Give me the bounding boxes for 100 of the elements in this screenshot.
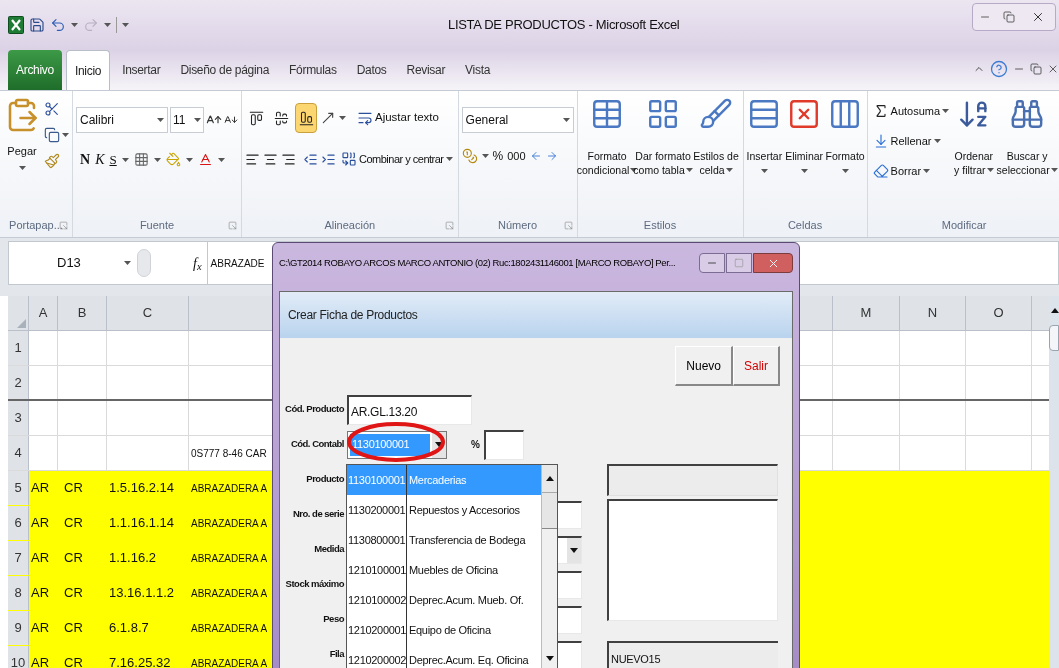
number-format-dropdown[interactable]: General xyxy=(461,107,574,133)
ribbon-tab[interactable]: Fórmulas xyxy=(281,50,345,90)
input-field[interactable] xyxy=(483,429,524,460)
name-box[interactable]: D13 xyxy=(9,242,137,284)
orientation-icon[interactable] xyxy=(320,110,336,126)
ribbon-tab[interactable]: Insertar xyxy=(114,50,169,90)
ribbon-tab[interactable]: Vista xyxy=(457,50,499,90)
column-header[interactable]: O xyxy=(966,296,1032,330)
styles-button[interactable]: Estilos de celda xyxy=(692,97,740,177)
help-icon[interactable] xyxy=(990,60,1008,78)
caret-icon xyxy=(18,165,26,170)
bold-button[interactable]: N xyxy=(80,149,91,170)
caret-icon xyxy=(841,169,849,173)
cells-button[interactable]: Formato xyxy=(826,97,865,173)
save-icon[interactable] xyxy=(29,17,45,33)
row-header[interactable]: 9 xyxy=(8,611,29,645)
column-header[interactable]: A xyxy=(29,296,58,330)
list-item[interactable]: 1130800001 Transferencia de Bodega xyxy=(347,525,541,555)
app-icon[interactable] xyxy=(8,16,24,34)
resize-handle[interactable] xyxy=(137,249,151,277)
row-header[interactable]: 5 xyxy=(8,471,29,505)
row-header[interactable]: 2 xyxy=(8,366,29,399)
scroll-thumb[interactable] xyxy=(542,493,557,529)
function-label[interactable]: f$_{x}$ xyxy=(193,252,202,274)
list-item[interactable]: 1210100002 Deprec.Acum. Mueb. Of. xyxy=(347,585,541,615)
font-size-dropdown[interactable]: 11 xyxy=(170,107,204,133)
dialog-launcher-icon[interactable] xyxy=(444,220,454,230)
decrease-indent-icon[interactable] xyxy=(303,151,318,167)
left-arrow-icon[interactable] xyxy=(529,150,542,162)
paste-button[interactable]: Pegar xyxy=(3,97,41,170)
row-header[interactable]: 6 xyxy=(8,506,29,540)
ribbon-tab[interactable]: Archivo xyxy=(8,50,62,90)
percent-button[interactable]: % xyxy=(492,147,504,165)
format-painter-icon[interactable] xyxy=(44,153,60,169)
editing-button[interactable]: Rellenar xyxy=(870,129,952,153)
thousands-button[interactable]: 000 xyxy=(507,147,526,165)
italic-button[interactable]: K xyxy=(95,149,105,170)
wrap-text-button[interactable]: Ajustar texto xyxy=(355,106,441,130)
exit-button[interactable]: Salir xyxy=(733,346,780,386)
minimize-button[interactable] xyxy=(699,253,725,273)
close-button[interactable] xyxy=(753,253,793,273)
row-header[interactable]: 3 xyxy=(8,401,29,435)
list-item[interactable]: 1130200001 Repuestos y Accesorios xyxy=(347,495,541,525)
column-header[interactable]: B xyxy=(58,296,107,330)
font-color-icon[interactable] xyxy=(197,152,213,167)
fill-color-icon[interactable] xyxy=(165,152,181,167)
align-left-icon[interactable] xyxy=(245,151,260,167)
coins-icon[interactable] xyxy=(461,148,478,164)
ribbon-tab[interactable]: Revisar xyxy=(398,50,454,90)
merge-center-button[interactable]: Combinar y centrar xyxy=(339,147,455,171)
row-header[interactable]: 7 xyxy=(8,541,29,575)
editing-button[interactable]: Borrar xyxy=(870,159,952,183)
scroll-up-icon xyxy=(545,476,554,481)
ribbon-tab[interactable]: Inicio xyxy=(65,50,111,90)
text-area[interactable] xyxy=(607,499,778,621)
restore-icon[interactable] xyxy=(1030,63,1042,75)
vertical-align-button[interactable] xyxy=(295,103,317,133)
field-label: Stock máximo xyxy=(284,577,345,592)
ribbon-tab[interactable]: Diseño de página xyxy=(172,50,278,90)
maximize-button[interactable] xyxy=(726,253,752,273)
row-header[interactable]: 4 xyxy=(8,436,29,470)
caret-icon xyxy=(185,157,193,162)
column-header[interactable]: M xyxy=(833,296,900,330)
editing-button[interactable]: Autosuma xyxy=(870,99,952,123)
scroll-thumb[interactable] xyxy=(1049,325,1059,351)
right-arrow-icon[interactable] xyxy=(545,150,558,162)
dialog-launcher-icon[interactable] xyxy=(228,220,237,230)
font-name-dropdown[interactable]: Calibri xyxy=(76,107,168,133)
editing-button[interactable]: Ordenar y filtrar xyxy=(954,97,994,177)
new-button[interactable]: Nuevo xyxy=(675,346,733,386)
editing-button[interactable]: Buscar y seleccionar xyxy=(996,97,1058,177)
underline-button[interactable]: S xyxy=(109,149,117,170)
column-header[interactable]: N xyxy=(900,296,966,330)
input-field[interactable]: NUEVO15 xyxy=(607,641,778,668)
ribbon-tab[interactable]: Datos xyxy=(348,50,395,90)
align-center-icon[interactable] xyxy=(263,151,278,167)
copy-icon[interactable] xyxy=(44,127,60,143)
cells-button[interactable]: Insertar xyxy=(746,97,783,173)
list-scrollbar[interactable] xyxy=(541,465,557,668)
input-field[interactable]: AR.GL.13.20 xyxy=(347,394,472,425)
table-cell-text: CR xyxy=(63,619,83,638)
vertical-scrollbar[interactable] xyxy=(1049,296,1059,668)
scissors-icon[interactable] xyxy=(44,101,60,117)
table-cell-text: ABRAZADERA A xyxy=(190,516,268,531)
align-right-icon[interactable] xyxy=(281,151,296,167)
row-header[interactable]: 1 xyxy=(8,331,29,365)
dialog-launcher-icon[interactable] xyxy=(563,220,573,230)
cells-button[interactable]: Eliminar xyxy=(785,97,824,173)
close-icon[interactable] xyxy=(1047,63,1059,75)
caret-icon xyxy=(923,169,931,173)
row-header[interactable]: 8 xyxy=(8,576,29,610)
list-item[interactable]: 1210200001 Equipo de Oficina xyxy=(347,615,541,645)
increase-indent-icon[interactable] xyxy=(321,151,336,167)
list-item[interactable]: 1210200002 Deprec.Acum. Eq. Oficina xyxy=(347,645,541,668)
row-header[interactable]: 10 xyxy=(8,646,29,668)
column-header[interactable]: C xyxy=(107,296,189,330)
borders-icon[interactable] xyxy=(133,152,149,167)
undo-icon[interactable] xyxy=(50,17,66,33)
list-item[interactable]: 1210100001 Muebles de Oficina xyxy=(347,555,541,585)
table-cell-text: AR xyxy=(30,584,50,603)
